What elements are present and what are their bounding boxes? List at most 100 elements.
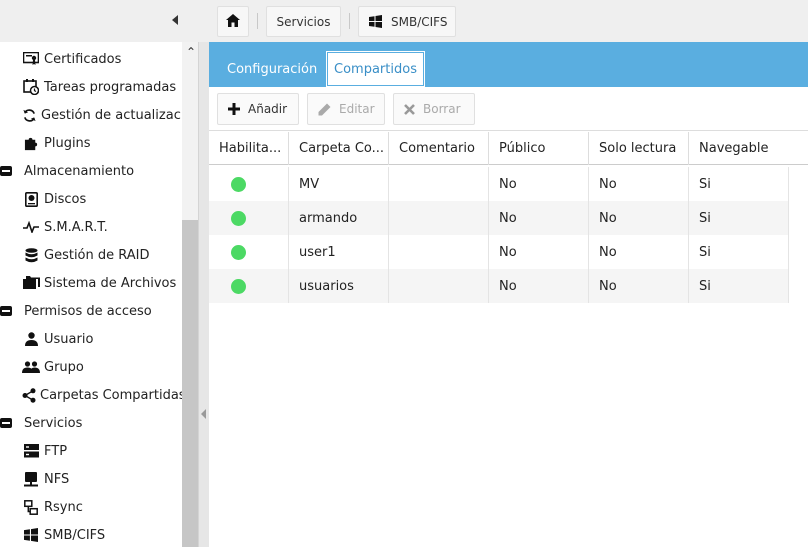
toolbar: Añadir Editar Borrar [209,87,808,131]
sidebar-item-label: Sistema de Archivos [44,275,177,291]
tab-configuracion[interactable]: Configuración [227,52,317,86]
breadcrumb-services[interactable]: Servicios [266,6,341,37]
folder-icon [22,274,40,292]
sidebar-item-carpetas[interactable]: Carpetas Compartidas [0,381,182,409]
sidebar-group-almacenamiento[interactable]: Almacenamiento [0,157,182,185]
table-row[interactable]: usuarios No No Si [209,269,789,303]
sidebar-group-label: Almacenamiento [24,163,135,179]
share-icon [22,386,36,404]
sidebar-item-label: Certificados [44,51,122,67]
enabled-cell [209,167,289,201]
table-row[interactable]: MV No No Si [209,167,789,201]
breadcrumb-separator [349,13,350,29]
sidebar-group-servicios[interactable]: Servicios [0,409,182,437]
sidebar-item-discos[interactable]: Discos [0,185,182,213]
enabled-status-icon [231,278,246,294]
column-header-comment[interactable]: Comentario [389,132,489,165]
sidebar-item-label: Gestión de RAID [44,247,150,263]
browsable-cell: Si [689,269,789,303]
sidebar-group-label: Permisos de acceso [24,303,152,319]
column-header-browsable[interactable]: Navegable [689,132,808,165]
browsable-cell: Si [689,235,789,269]
collapse-sidebar-icon[interactable] [172,15,178,25]
readonly-cell: No [589,201,689,235]
tab-compartidos[interactable]: Compartidos [326,51,425,87]
column-header-enabled[interactable]: Habilita... [209,132,289,165]
sidebar-item-label: Tareas programadas [44,79,177,95]
group-icon [22,358,40,376]
sidebar-item-tareas[interactable]: Tareas programadas [0,73,182,101]
user-icon [22,330,40,348]
sidebar-item-label: SMB/CIFS [44,527,106,543]
table-row[interactable]: armando No No Si [209,201,789,235]
browsable-cell: Si [689,167,789,201]
add-button-label: Añadir [248,102,288,116]
sidebar-group-permisos[interactable]: Permisos de acceso [0,297,182,325]
table-row[interactable]: user1 No No Si [209,235,789,269]
sidebar-item-raid[interactable]: Gestión de RAID [0,241,182,269]
close-icon [404,103,415,115]
panel-splitter[interactable] [198,42,209,547]
comment-cell [389,235,489,269]
folder-cell: MV [289,167,389,201]
column-header-folder[interactable]: Carpeta Co... [289,132,389,165]
database-icon [22,246,40,264]
sidebar-item-sistema-archivos[interactable]: Sistema de Archivos [0,269,182,297]
windows-icon [369,15,382,28]
tab-bar: Configuración Compartidos [209,42,808,87]
scheduled-task-icon [22,78,40,96]
folder-cell: usuarios [289,269,389,303]
collapse-icon[interactable] [0,166,12,176]
comment-cell [389,167,489,201]
table-header: Habilita... Carpeta Co... Comentario Púb… [209,132,808,165]
collapse-icon[interactable] [0,418,12,428]
sidebar-item-rsync[interactable]: Rsync [0,493,182,521]
enabled-cell [209,269,289,303]
update-icon [22,106,37,124]
comment-cell [389,269,489,303]
delete-button[interactable]: Borrar [393,93,475,125]
certificate-icon [22,50,40,68]
edit-button[interactable]: Editar [307,93,385,125]
breadcrumb-smb[interactable]: SMB/CIFS [358,6,456,37]
sidebar-scrollbar-thumb[interactable] [182,220,198,547]
plus-icon [228,103,240,115]
sidebar-item-label: Grupo [44,359,84,375]
enabled-cell [209,235,289,269]
nfs-icon [22,470,40,488]
sidebar-item-smb[interactable]: SMB/CIFS [0,521,182,547]
public-cell: No [489,201,589,235]
folder-cell: armando [289,201,389,235]
sidebar-item-usuario[interactable]: Usuario [0,325,182,353]
sidebar-item-label: Carpetas Compartidas [40,387,182,403]
pencil-icon [318,103,331,116]
public-cell: No [489,167,589,201]
sidebar-item-actualizaciones[interactable]: Gestión de actualizaciones [0,101,182,129]
scroll-up-caret-icon[interactable]: ⌃ [186,45,196,59]
top-bar: Servicios SMB/CIFS [0,0,808,42]
sidebar-item-smart[interactable]: S.M.A.R.T. [0,213,182,241]
home-button[interactable] [217,6,249,37]
readonly-cell: No [589,167,689,201]
readonly-cell: No [589,269,689,303]
column-header-public[interactable]: Público [489,132,589,165]
sidebar-item-label: NFS [44,471,70,487]
sidebar-item-plugins[interactable]: Plugins [0,129,182,157]
rsync-icon [22,498,40,516]
puzzle-icon [22,134,40,152]
server-icon [22,442,40,460]
splitter-collapse-icon[interactable] [201,409,206,419]
sidebar-item-label: Discos [44,191,87,207]
sidebar-item-certificados[interactable]: Certificados [0,45,182,73]
folder-cell: user1 [289,235,389,269]
readonly-cell: No [589,235,689,269]
sidebar-item-ftp[interactable]: FTP [0,437,182,465]
comment-cell [389,201,489,235]
pulse-icon [22,218,40,236]
public-cell: No [489,235,589,269]
sidebar-item-nfs[interactable]: NFS [0,465,182,493]
column-header-readonly[interactable]: Solo lectura [589,132,689,165]
add-button[interactable]: Añadir [217,93,299,125]
collapse-icon[interactable] [0,306,12,316]
sidebar-item-grupo[interactable]: Grupo [0,353,182,381]
